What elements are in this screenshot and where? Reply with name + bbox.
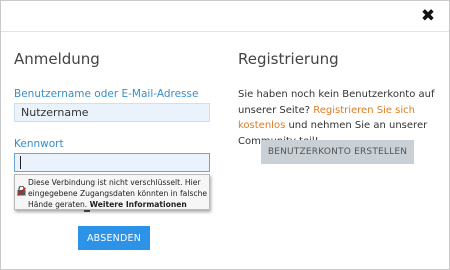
login-title: Anmeldung: [14, 50, 100, 68]
more-info-link[interactable]: Weitere Informationen: [90, 200, 187, 209]
password-input[interactable]: [14, 153, 210, 172]
password-label: Kennwort: [14, 138, 64, 150]
login-modal: ✖ Anmeldung Benutzername oder E-Mail-Adr…: [0, 0, 450, 270]
register-title: Registrierung: [238, 50, 339, 68]
username-label: Benutzername oder E-Mail-Adresse: [14, 88, 199, 100]
header-divider: [1, 31, 449, 32]
submit-button[interactable]: ABSENDEN: [78, 226, 150, 250]
insecure-lock-icon: [17, 186, 26, 196]
insecure-login-warning: Diese Verbindung ist nicht verschlüsselt…: [14, 174, 210, 210]
text-caret: [20, 156, 21, 169]
close-icon[interactable]: ✖: [417, 5, 439, 27]
create-account-button[interactable]: BENUTZERKONTO ERSTELLEN: [261, 140, 414, 164]
hidden-text-fragment: [84, 210, 90, 212]
username-input[interactable]: [14, 103, 210, 122]
